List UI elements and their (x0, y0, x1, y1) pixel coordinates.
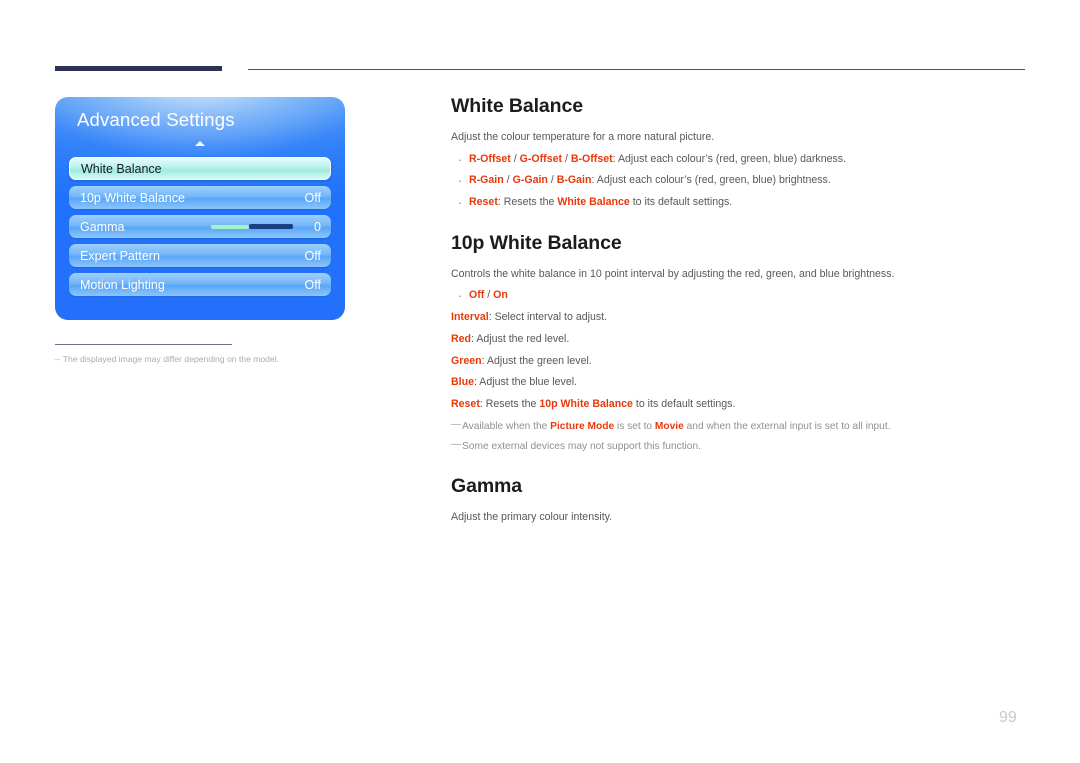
osd-menu-item-expert-pattern[interactable]: Expert Pattern Off (69, 244, 331, 267)
bullet-item: Off / On (451, 288, 1026, 305)
notes-10p-white-balance: —Available when the Picture Mode is set … (451, 418, 1026, 454)
section-intro-white-balance: Adjust the colour temperature for a more… (451, 131, 715, 143)
keyword-text: B-Gain (556, 174, 592, 187)
page-header-rules (0, 0, 1080, 80)
page-number: 99 (999, 709, 1017, 726)
osd-menu-item-label: Motion Lighting (80, 277, 165, 292)
keyword-text: Interval (451, 311, 489, 324)
bullet-item: R-Offset / G-Offset / B-Offset: Adjust e… (451, 152, 1026, 169)
detail-lines-10p-white-balance: Interval: Select interval to adjust. Red:… (451, 311, 1026, 412)
note-dash-icon: — (451, 439, 462, 451)
keyword-text: Reset (469, 196, 498, 209)
keyword-text: Off (469, 289, 485, 302)
section-intro-10p-white-balance: Controls the white balance in 10 point i… (451, 267, 895, 280)
note-dash-icon: — (451, 418, 462, 430)
content-column: White Balance Adjust the colour temperat… (451, 95, 1026, 533)
figure-column: Advanced Settings White Balance 10p White… (55, 97, 400, 364)
header-rule-thin (248, 69, 1025, 71)
figure-note-text: The displayed image may differ depending… (62, 354, 280, 364)
bullet-item: R-Gain / G-Gain / B-Gain: Adjust each co… (451, 173, 1026, 190)
slider-track-remainder (249, 224, 293, 229)
keyword-text: Blue (451, 376, 474, 389)
section-gamma: Gamma Adjust the primary colour intensit… (451, 475, 1026, 525)
keyword-text: G-Offset (519, 152, 563, 165)
bullet-item: Reset: Resets the White Balance to its d… (451, 195, 1026, 212)
osd-menu-item-white-balance[interactable]: White Balance (69, 157, 331, 180)
keyword-text: Red (451, 332, 472, 345)
keyword-text: R-Offset (469, 152, 511, 165)
header-rule-thick (55, 66, 222, 71)
section-title-white-balance: White Balance (451, 95, 583, 117)
keyword-text: 10p White Balance (539, 398, 633, 411)
gamma-slider[interactable] (211, 224, 299, 229)
osd-menu-panel: Advanced Settings White Balance 10p White… (55, 97, 345, 320)
keyword-text: Movie (654, 420, 684, 432)
osd-menu-item-label: Gamma (80, 219, 125, 234)
detail-line: Interval: Select interval to adjust. (451, 311, 608, 324)
section-title-10p-white-balance: 10p White Balance (451, 231, 622, 254)
osd-menu-item-label: White Balance (81, 161, 162, 176)
osd-menu-list: White Balance 10p White Balance Off Gamma 0 E… (69, 157, 331, 302)
osd-menu-item-value: Off (304, 277, 321, 292)
osd-menu-title: Advanced Settings (77, 109, 235, 130)
keyword-text: Green (451, 354, 482, 367)
detail-line: Reset: Resets the 10p White Balance to i… (451, 398, 736, 411)
keyword-text: White Balance (557, 196, 630, 209)
bullet-list-10p-white-balance: Off / On (451, 288, 1026, 305)
keyword-text: R-Gain (469, 174, 504, 187)
osd-menu-item-label: 10p White Balance (80, 190, 185, 205)
osd-menu-item-value: Off (304, 248, 321, 263)
section-10p-white-balance: 10p White Balance Controls the white bal… (451, 232, 1026, 454)
detail-line: Blue: Adjust the blue level. (451, 376, 578, 389)
keyword-text: B-Offset (570, 152, 613, 165)
osd-menu-item-gamma[interactable]: Gamma 0 (69, 215, 331, 238)
keyword-text: On (493, 289, 508, 302)
osd-menu-item-10p-white-balance[interactable]: 10p White Balance Off (69, 186, 331, 209)
bullet-list-white-balance: R-Offset / G-Offset / B-Offset: Adjust e… (451, 152, 1026, 212)
detail-line: Red: Adjust the red level. (451, 332, 570, 345)
keyword-text: Reset (451, 398, 480, 411)
section-intro-gamma: Adjust the primary colour intensity. (451, 511, 613, 524)
scroll-up-arrow-icon[interactable] (195, 141, 205, 146)
osd-menu-item-motion-lighting[interactable]: Motion Lighting Off (69, 273, 331, 296)
osd-menu-item-label: Expert Pattern (80, 248, 160, 263)
note-line: —Some external devices may not support t… (451, 439, 701, 453)
keyword-text: Picture Mode (550, 420, 615, 432)
slider-track-filled (211, 224, 249, 229)
osd-menu-item-value: 0 (314, 219, 321, 234)
figure-note-dash: – (55, 354, 60, 364)
figure-note: – The displayed image may differ dependin… (55, 354, 400, 364)
osd-menu-item-value: Off (304, 190, 321, 205)
note-line: —Available when the Picture Mode is set … (451, 418, 891, 432)
figure-note-divider (55, 344, 232, 345)
detail-line: Green: Adjust the green level. (451, 354, 592, 367)
section-title-gamma: Gamma (451, 475, 523, 498)
keyword-text: G-Gain (512, 174, 548, 187)
section-white-balance: White Balance Adjust the colour temperat… (451, 95, 1026, 212)
